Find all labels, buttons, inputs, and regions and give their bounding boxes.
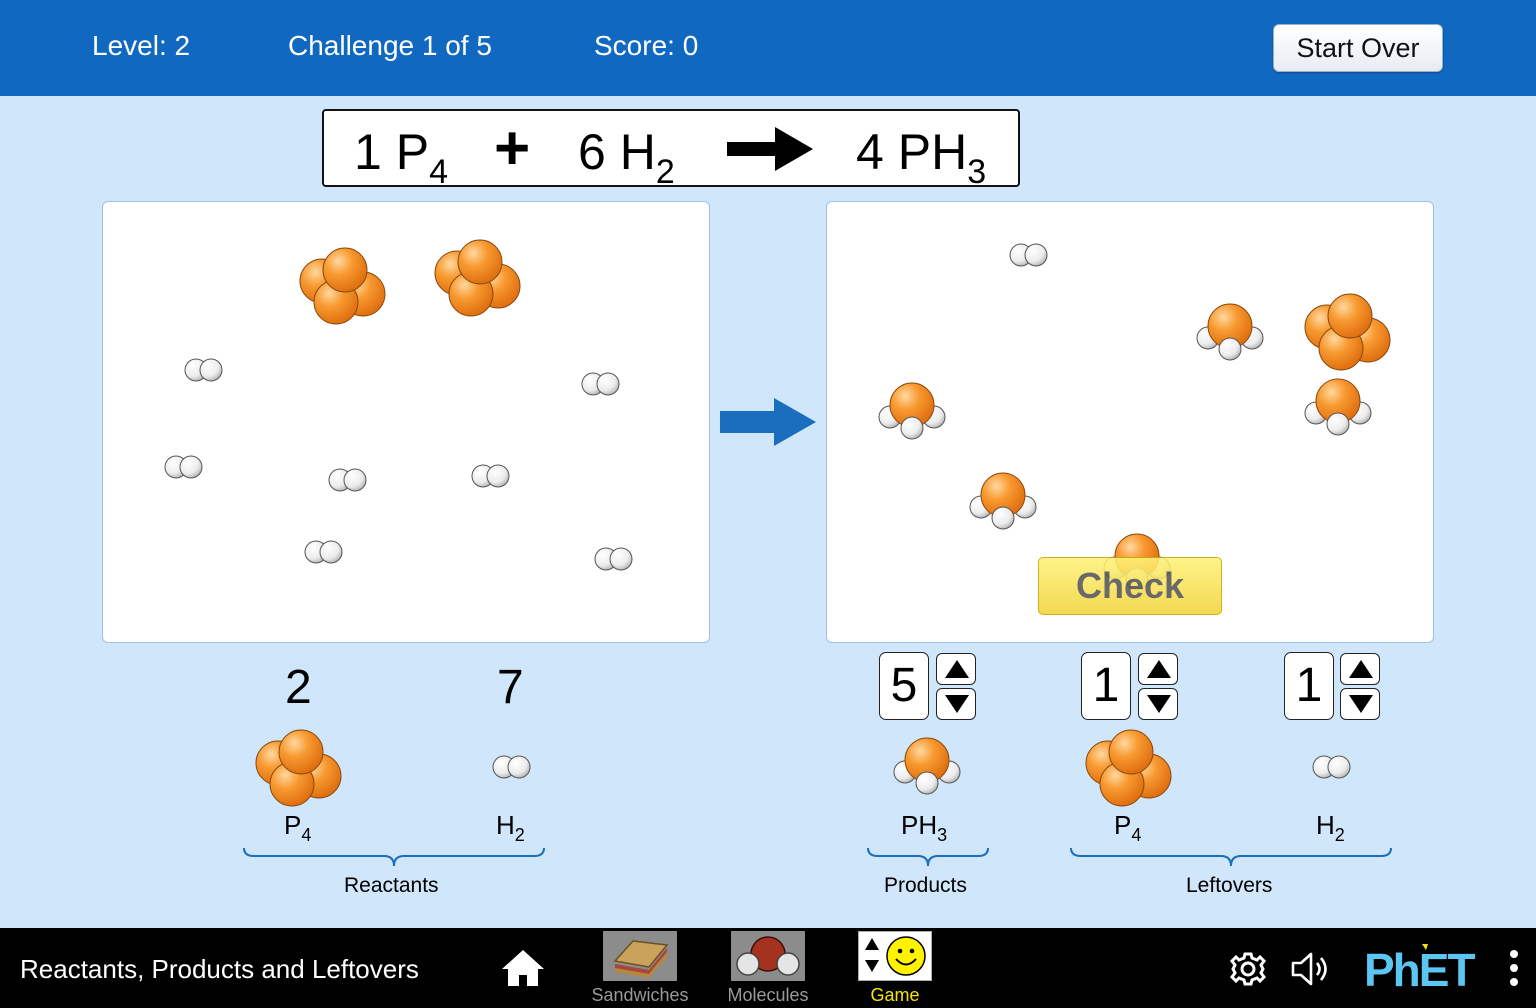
h2-molecule-icon <box>163 454 205 480</box>
reaction-arrow-icon <box>727 127 813 171</box>
home-icon[interactable] <box>500 948 546 988</box>
products-brace <box>867 847 989 867</box>
sandwiches-screen-label[interactable]: Sandwiches <box>587 985 693 1006</box>
equation-reactant-h2: 6 H2 <box>578 124 675 191</box>
before-after-arrow-icon <box>720 398 816 446</box>
p4-leftover-decrement-button[interactable] <box>1138 688 1178 720</box>
molecule-icon <box>736 936 800 976</box>
h2-molecule-icon <box>593 546 635 572</box>
ph3-product-label: PH3 <box>901 810 948 845</box>
game-smiley-icon <box>865 936 926 976</box>
reaction-equation: 1 P4 + 6 H2 4 PH3 <box>322 109 1020 191</box>
ph3-molecule-icon <box>877 379 947 443</box>
leftovers-group-label: Leftovers <box>1186 874 1273 897</box>
sim-title: Reactants, Products and Leftovers <box>20 954 419 984</box>
down-triangle-icon <box>1147 695 1171 713</box>
status-bar: Level: 2 Challenge 1 of 5 Score: 0 Start… <box>0 0 1536 96</box>
h2-leftover-increment-button[interactable] <box>1340 653 1380 685</box>
h2-reactant-count: 7 <box>497 661 524 714</box>
level-label: Level: 2 <box>92 30 191 61</box>
before-reaction-box <box>102 201 710 643</box>
h2-molecule-icon <box>470 463 512 489</box>
score-label: Score: 0 <box>594 30 699 61</box>
h2-leftover-spinner-value[interactable]: 1 <box>1284 652 1334 720</box>
molecules-screen-label[interactable]: Molecules <box>713 985 823 1006</box>
h2-molecule-icon <box>303 539 345 565</box>
down-triangle-icon <box>945 695 969 713</box>
ph3-molecule-icon <box>1195 300 1265 364</box>
equation-product-ph3: 4 PH3 <box>856 124 987 191</box>
check-button[interactable]: Check <box>1038 557 1222 615</box>
svg-text:PhET: PhET <box>1364 944 1475 994</box>
h2-molecule-icon <box>1311 754 1353 780</box>
plus-sign: + <box>494 114 531 183</box>
ph3-molecule-icon <box>892 734 962 798</box>
h2-molecule-icon <box>327 467 369 493</box>
speaker-icon[interactable] <box>1290 949 1336 989</box>
p4-reactant-count: 2 <box>285 661 312 714</box>
more-options-icon[interactable] <box>1506 948 1522 992</box>
challenge-label: Challenge 1 of 5 <box>288 30 492 61</box>
h2-molecule-icon <box>183 357 225 383</box>
reactants-brace <box>243 847 545 867</box>
h2-leftover-decrement-button[interactable] <box>1340 688 1380 720</box>
sandwiches-screen-button[interactable] <box>603 931 677 981</box>
p4-molecule-icon <box>254 728 346 808</box>
reactants-group-label: Reactants <box>344 874 439 897</box>
p4-molecule-icon <box>298 246 390 326</box>
down-triangle-icon <box>1349 695 1373 713</box>
up-triangle-icon <box>945 660 969 678</box>
gear-icon[interactable] <box>1228 949 1268 989</box>
up-triangle-icon <box>1147 660 1171 678</box>
p4-molecule-icon <box>433 238 525 318</box>
p4-leftover-spinner-value[interactable]: 1 <box>1081 652 1131 720</box>
ph3-decrement-button[interactable] <box>936 688 976 720</box>
phet-logo[interactable]: PhET <box>1364 942 1496 994</box>
up-triangle-icon <box>1349 660 1373 678</box>
h2-reactant-label: H2 <box>496 810 525 845</box>
p4-leftover-increment-button[interactable] <box>1138 653 1178 685</box>
ph3-molecule-icon <box>1303 375 1373 439</box>
p4-reactant-label: P4 <box>284 810 312 845</box>
ph3-increment-button[interactable] <box>936 653 976 685</box>
leftovers-brace <box>1070 847 1392 867</box>
start-over-button[interactable]: Start Over <box>1273 24 1443 72</box>
ph3-product-spinner-value[interactable]: 5 <box>879 652 929 720</box>
products-group-label: Products <box>884 874 967 897</box>
molecules-screen-button[interactable] <box>731 931 805 981</box>
equation-reactant-p4: 1 P4 <box>354 124 448 191</box>
p4-molecule-icon <box>1084 728 1176 808</box>
game-screen-label[interactable]: Game <box>858 985 932 1006</box>
game-screen-button[interactable] <box>858 931 932 981</box>
p4-leftover-label: P4 <box>1114 810 1142 845</box>
ph3-molecule-icon <box>968 469 1038 533</box>
navigation-bar: Reactants, Products and Leftovers Sandwi… <box>0 928 1536 1008</box>
h2-molecule-icon <box>580 371 622 397</box>
sandwich-icon <box>613 940 669 978</box>
h2-leftover-label: H2 <box>1316 810 1345 845</box>
p4-molecule-icon <box>1303 292 1395 372</box>
h2-molecule-icon <box>1008 242 1050 268</box>
h2-molecule-icon <box>491 754 533 780</box>
